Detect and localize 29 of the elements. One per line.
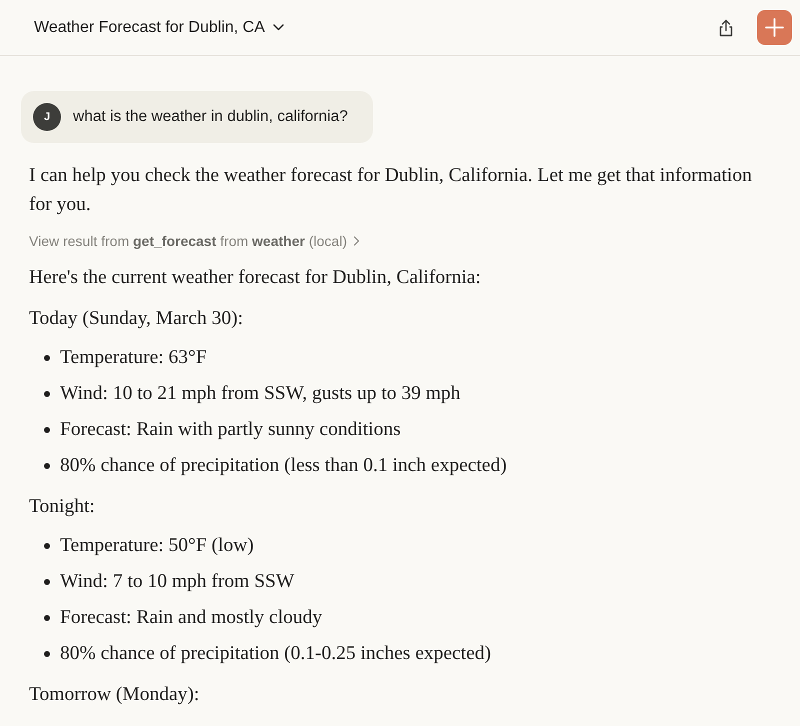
bullet-icon bbox=[44, 390, 50, 396]
list-item-text: 80% chance of precipitation (0.1-0.25 inches expected) bbox=[60, 642, 491, 666]
list-item-text: Forecast: Rain with partly sunny conditions bbox=[60, 418, 401, 442]
chevron-right-icon bbox=[352, 236, 360, 246]
chevron-down-icon bbox=[272, 24, 284, 31]
list-item-text: Temperature: 50°F (low) bbox=[60, 534, 254, 558]
conversation-title-button[interactable]: Weather Forecast for Dublin, CA bbox=[26, 12, 292, 44]
new-chat-button[interactable] bbox=[757, 10, 792, 45]
response-paragraph: Today (Sunday, March 30): bbox=[29, 307, 244, 331]
bullet-icon bbox=[44, 614, 50, 620]
bullet-icon bbox=[44, 462, 50, 468]
bullet-icon bbox=[44, 650, 50, 656]
bullet-icon bbox=[44, 426, 50, 432]
list-item-text: Temperature: 63°F bbox=[60, 346, 207, 370]
list-item-text: Wind: 10 to 21 mph from SSW, gusts up to 39 mph bbox=[60, 382, 460, 406]
response-paragraph: Tomorrow (Monday): bbox=[29, 683, 200, 707]
bullet-icon bbox=[44, 578, 50, 584]
list-item-text: Wind: 7 to 10 mph from SSW bbox=[60, 570, 294, 594]
response-paragraph: Here's the current weather forecast for Dublin, California: bbox=[29, 266, 482, 290]
plus-icon bbox=[765, 18, 784, 37]
list-item-text: Forecast: Rain and mostly cloudy bbox=[60, 606, 322, 630]
bullet-icon bbox=[44, 542, 50, 548]
user-message-text: what is the weather in dublin, california? bbox=[73, 107, 348, 128]
bullet-icon bbox=[44, 354, 50, 360]
view-tool-result-link[interactable]: View result from get_forecast from weather (local) bbox=[29, 231, 360, 251]
list-item-text: 80% chance of precipitation (less than 0.1 inch expected) bbox=[60, 454, 507, 478]
response-paragraph: Tonight: bbox=[29, 495, 96, 519]
response-paragraph: I can help you check the weather forecast for Dublin, California. Let me get that information for you. bbox=[29, 164, 753, 217]
user-avatar: J bbox=[33, 103, 61, 131]
